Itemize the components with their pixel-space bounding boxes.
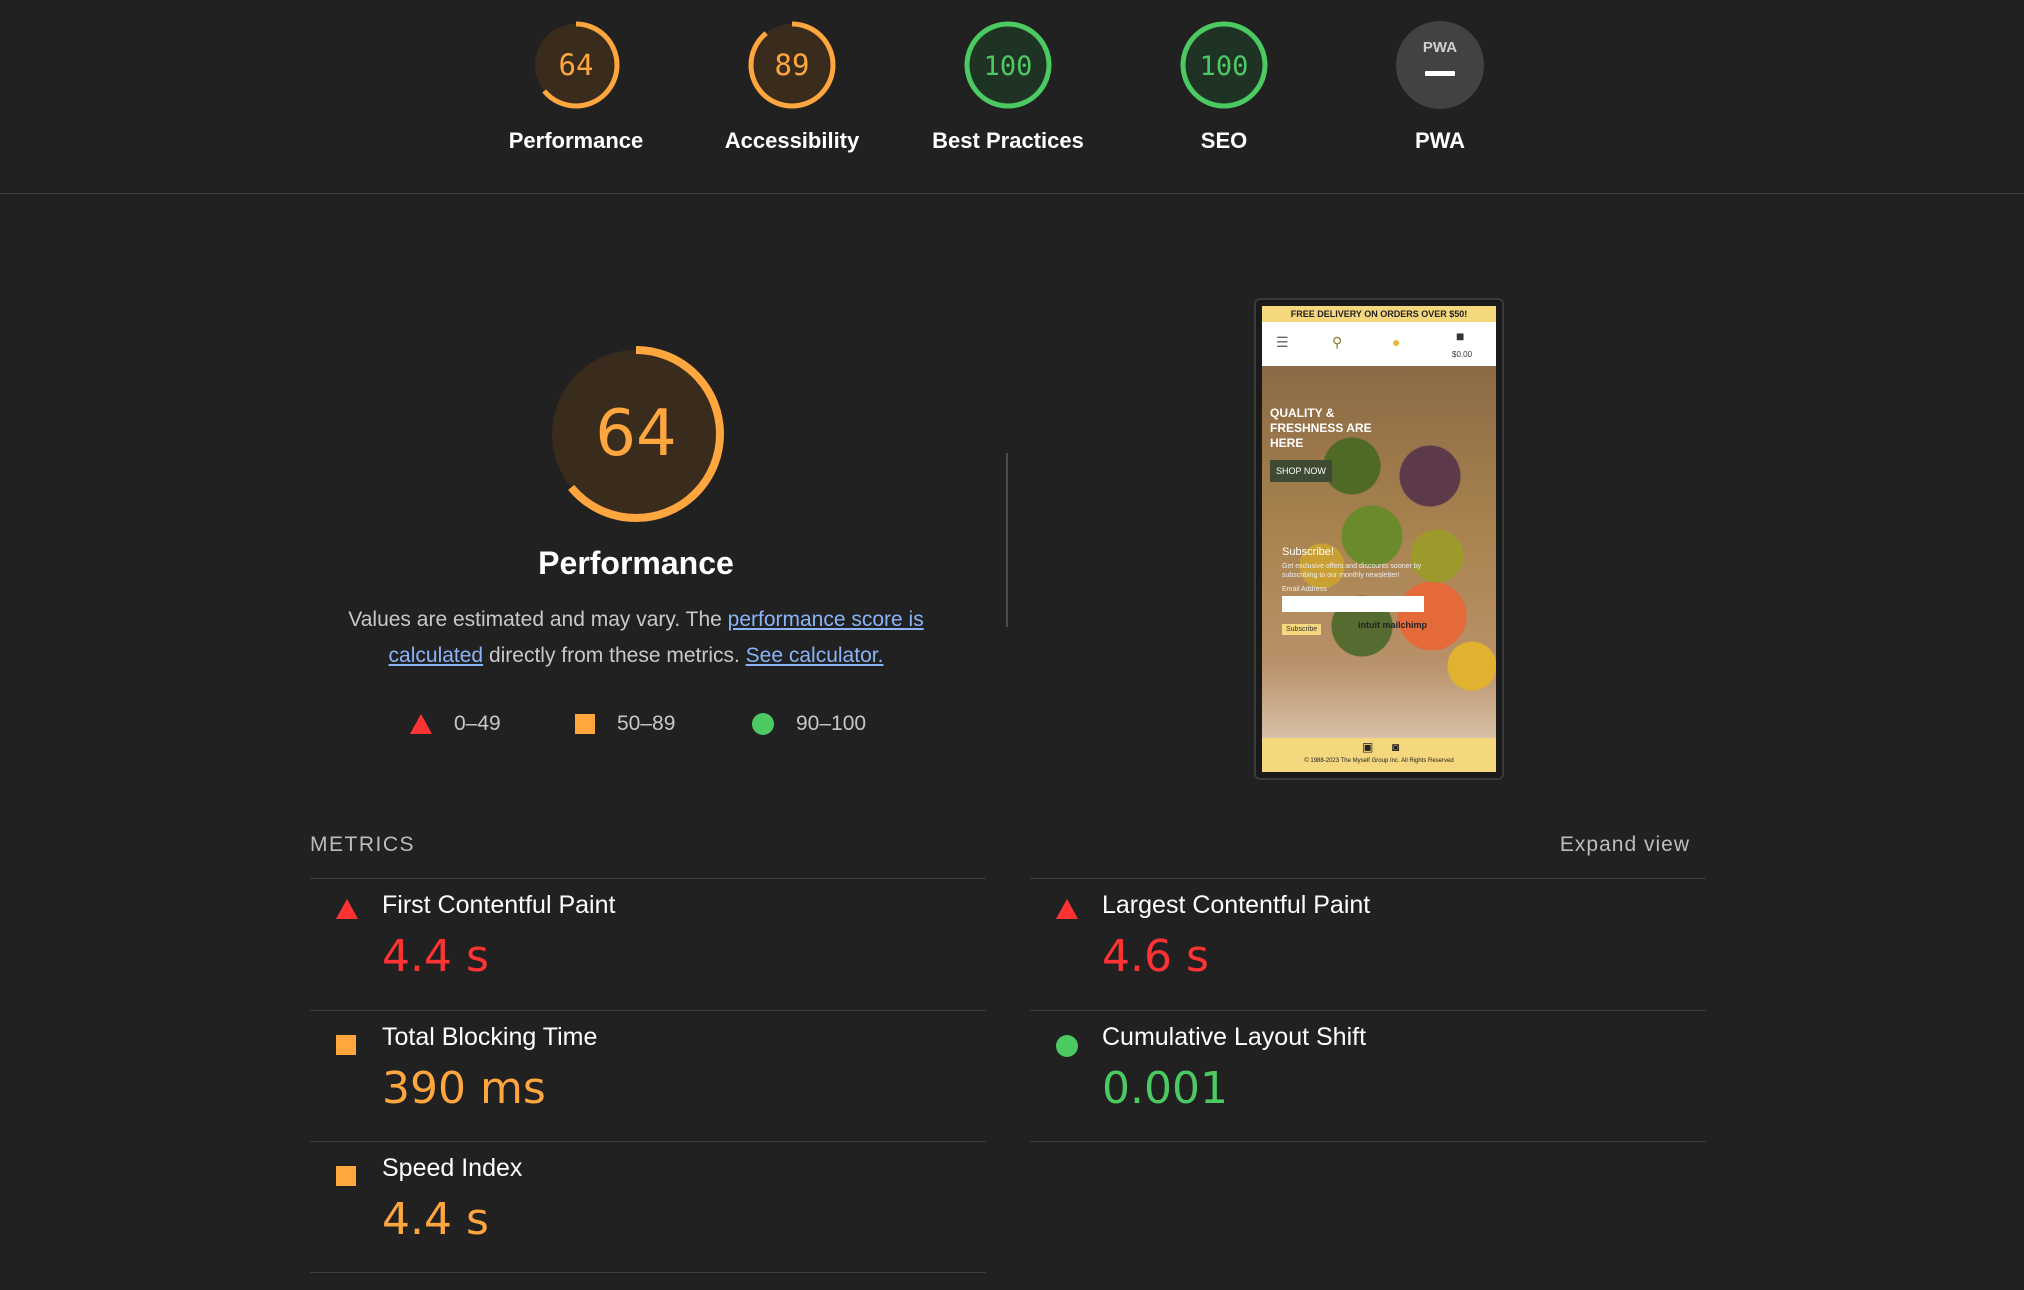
- performance-title: Performance: [538, 545, 734, 581]
- metric-cumulative-layout-shift: Cumulative Layout Shift 0.001: [1030, 1011, 1706, 1141]
- best-practices-gauge-ring: 100: [964, 21, 1052, 109]
- triangle-icon: [410, 714, 432, 734]
- score-gauges-bar: 64 Performance 89 Accessibility 100 Best…: [0, 0, 2024, 194]
- thumb-nav: ☰ ⚲ ● ■ $0.00: [1262, 322, 1496, 366]
- accessibility-gauge-ring: 89: [748, 21, 836, 109]
- metric-total-blocking-time: Total Blocking Time 390 ms: [310, 1011, 986, 1141]
- desc-text: directly from these metrics.: [483, 644, 746, 667]
- gauge-score: 89: [775, 48, 810, 82]
- legend-average-label: 50–89: [617, 712, 676, 735]
- see-calculator-link[interactable]: See calculator.: [746, 644, 884, 667]
- triangle-icon: [1056, 899, 1078, 919]
- metric-name: Cumulative Layout Shift: [1102, 1023, 1367, 1051]
- user-icon: ●: [1392, 334, 1401, 350]
- metric-speed-index: Speed Index 4.4 s: [310, 1142, 986, 1272]
- triangle-icon: [336, 899, 358, 919]
- gauge-seo[interactable]: 100 SEO: [1124, 20, 1324, 154]
- metric-value: 4.4 s: [382, 1194, 489, 1245]
- seo-gauge-ring: 100: [1180, 21, 1268, 109]
- gauge-score: 100: [984, 51, 1033, 82]
- metric-first-contentful-paint: First Contentful Paint 4.4 s: [310, 879, 986, 1009]
- performance-score-value: 64: [595, 397, 677, 471]
- metric-name: Total Blocking Time: [382, 1023, 598, 1051]
- thumb-hero-image: QUALITY & FRESHNESS ARE HERE SHOP NOW Su…: [1262, 366, 1496, 738]
- gauge-score: 100: [1200, 51, 1249, 82]
- gauge-accessibility[interactable]: 89 Accessibility: [692, 20, 892, 154]
- gauge-performance[interactable]: 64 Performance: [476, 20, 676, 154]
- thumb-shop-button: SHOP NOW: [1270, 460, 1332, 482]
- divider: [310, 1272, 986, 1273]
- legend-pass: 90–100: [752, 712, 866, 736]
- legend-fail-label: 0–49: [454, 712, 501, 735]
- legend-fail: 0–49: [410, 712, 501, 736]
- desc-text: Values are estimated and may vary. The: [348, 608, 728, 631]
- square-icon: [336, 1035, 356, 1055]
- gauge-pwa[interactable]: PWA PWA: [1340, 20, 1540, 154]
- circle-icon: [752, 713, 774, 735]
- legend-pass-label: 90–100: [796, 712, 867, 735]
- circle-icon: [1056, 1035, 1078, 1057]
- thumb-copyright: © 1988-2023 The Myself Group Inc. All Ri…: [1304, 758, 1454, 764]
- metric-name: Speed Index: [382, 1154, 523, 1182]
- metric-value: 390 ms: [382, 1063, 546, 1114]
- divider: [1006, 453, 1008, 627]
- final-screenshot[interactable]: FREE DELIVERY ON ORDERS OVER $50! ☰ ⚲ ● …: [1262, 306, 1496, 772]
- thumb-email-input: [1282, 596, 1424, 612]
- facebook-icon: ▣: [1362, 740, 1374, 754]
- thumb-email-label: Email Address: [1282, 586, 1327, 593]
- menu-icon: ☰: [1276, 334, 1289, 350]
- pwa-badge-text: PWA: [1423, 39, 1457, 56]
- gauge-label: Best Practices: [932, 128, 1084, 153]
- legend-average: 50–89: [575, 712, 675, 736]
- square-icon: [575, 714, 595, 734]
- gauge-label: Accessibility: [724, 128, 860, 153]
- instagram-icon: ◙: [1392, 740, 1400, 754]
- square-icon: [336, 1166, 356, 1186]
- expand-view-toggle[interactable]: Expand view: [1540, 833, 1690, 857]
- thumb-footer: ▣ ◙ © 1988-2023 The Myself Group Inc. Al…: [1262, 738, 1496, 772]
- gauge-label: Performance: [508, 128, 644, 153]
- gauge-best-practices[interactable]: 100 Best Practices: [908, 20, 1108, 154]
- pwa-badge-icon: PWA: [1396, 21, 1484, 109]
- metric-name: First Contentful Paint: [382, 891, 616, 919]
- metric-value: 0.001: [1102, 1063, 1228, 1114]
- metrics-header: METRICS: [310, 833, 415, 856]
- performance-gauge-ring: 64: [532, 21, 620, 109]
- metric-value: 4.4 s: [382, 931, 489, 982]
- gauge-score: 64: [559, 48, 594, 82]
- performance-score-gauge: 64: [546, 344, 726, 524]
- metric-largest-contentful-paint: Largest Contentful Paint 4.6 s: [1030, 879, 1706, 1009]
- thumb-subscribe-text: Get exclusive offers and discounts soone…: [1282, 563, 1422, 579]
- gauge-label: SEO: [1200, 128, 1248, 153]
- metric-value: 4.6 s: [1102, 931, 1209, 982]
- thumb-subscribe-title: Subscribe!: [1282, 546, 1334, 558]
- thumb-mailchimp-logo: intuit mailchimp: [1358, 620, 1428, 630]
- thumb-banner: FREE DELIVERY ON ORDERS OVER $50!: [1262, 306, 1496, 322]
- thumb-subscribe-button: Subscribe: [1282, 624, 1322, 635]
- divider: [1030, 1141, 1706, 1142]
- metric-name: Largest Contentful Paint: [1102, 891, 1371, 919]
- performance-description: Values are estimated and may vary. The p…: [326, 602, 946, 674]
- thumb-cart-price: $0.00: [1452, 350, 1473, 359]
- gauge-label: PWA: [1414, 128, 1466, 153]
- cart-icon: ■: [1456, 328, 1465, 344]
- search-icon: ⚲: [1332, 334, 1343, 350]
- thumb-hero-title: QUALITY & FRESHNESS ARE HERE: [1270, 406, 1372, 450]
